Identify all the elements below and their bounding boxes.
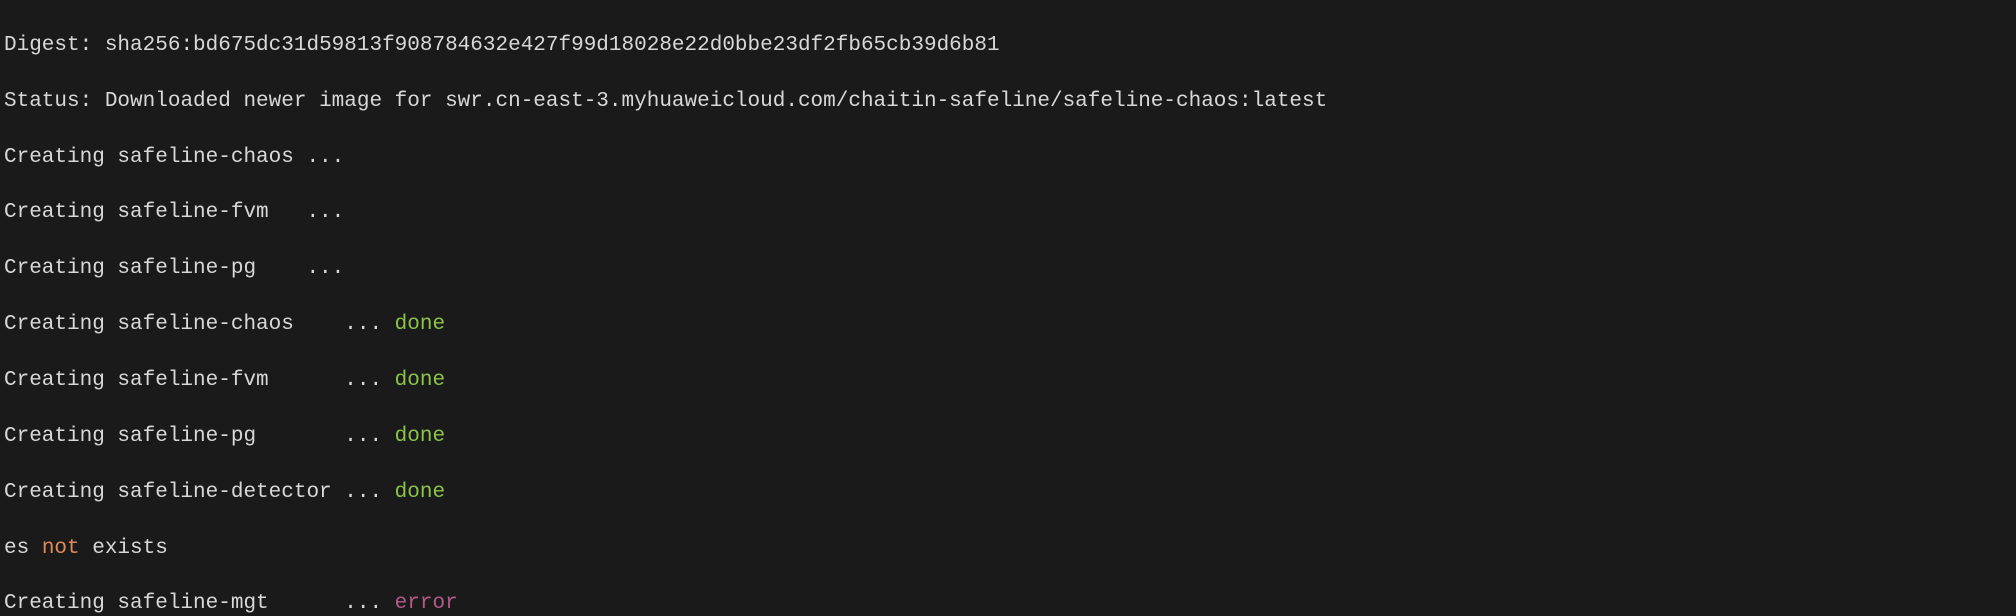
creating-pg-done-line: Creating safeline-pg ... done (4, 423, 2012, 451)
done-text: done (395, 369, 445, 392)
es-not-exists-line: es not exists (4, 535, 2012, 563)
digest-value: sha256:bd675dc31d59813f908784632e427f99d… (105, 34, 1000, 57)
done-text: done (395, 425, 445, 448)
creating-mgt-error-line: Creating safeline-mgt ... error (4, 590, 2012, 616)
creating-chaos-done-line: Creating safeline-chaos ... done (4, 311, 2012, 339)
done-text: done (395, 481, 445, 504)
done-text: done (395, 313, 445, 336)
creating-pg-line: Creating safeline-pg ... (4, 255, 2012, 283)
creating-chaos-line: Creating safeline-chaos ... (4, 144, 2012, 172)
status-label: Status: (4, 90, 105, 113)
creating-fvm-done-line: Creating safeline-fvm ... done (4, 367, 2012, 395)
not-text: not (42, 537, 80, 560)
error-text: error (395, 592, 458, 615)
creating-fvm-line: Creating safeline-fvm ... (4, 199, 2012, 227)
creating-detector-done-line: Creating safeline-detector ... done (4, 479, 2012, 507)
digest-line: Digest: sha256:bd675dc31d59813f908784632… (4, 32, 2012, 60)
status-value: Downloaded newer image for swr.cn-east-3… (105, 90, 1327, 113)
status-line: Status: Downloaded newer image for swr.c… (4, 88, 2012, 116)
digest-label: Digest: (4, 34, 105, 57)
terminal-output: Digest: sha256:bd675dc31d59813f908784632… (0, 0, 2016, 616)
